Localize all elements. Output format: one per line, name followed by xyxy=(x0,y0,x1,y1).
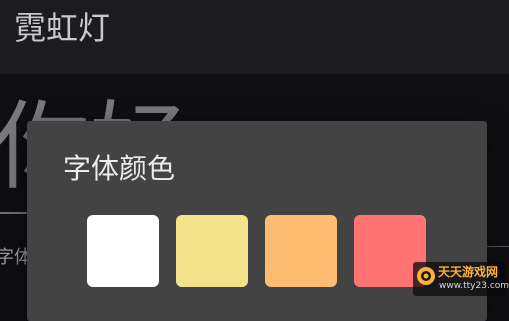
site-watermark: 天天游戏网 www.tty23.com xyxy=(413,262,509,296)
app-bar: 霓虹灯 xyxy=(0,0,509,74)
divider xyxy=(486,246,509,247)
color-swatch-orange[interactable] xyxy=(265,215,337,287)
watermark-url: www.tty23.com xyxy=(439,281,509,291)
dialog-title: 字体颜色 xyxy=(63,152,176,185)
color-swatch-white[interactable] xyxy=(87,215,159,287)
color-swatch-yellow[interactable] xyxy=(176,215,248,287)
app-title: 霓虹灯 xyxy=(14,9,111,47)
site-logo-icon xyxy=(417,267,435,285)
watermark-name: 天天游戏网 xyxy=(438,265,499,279)
